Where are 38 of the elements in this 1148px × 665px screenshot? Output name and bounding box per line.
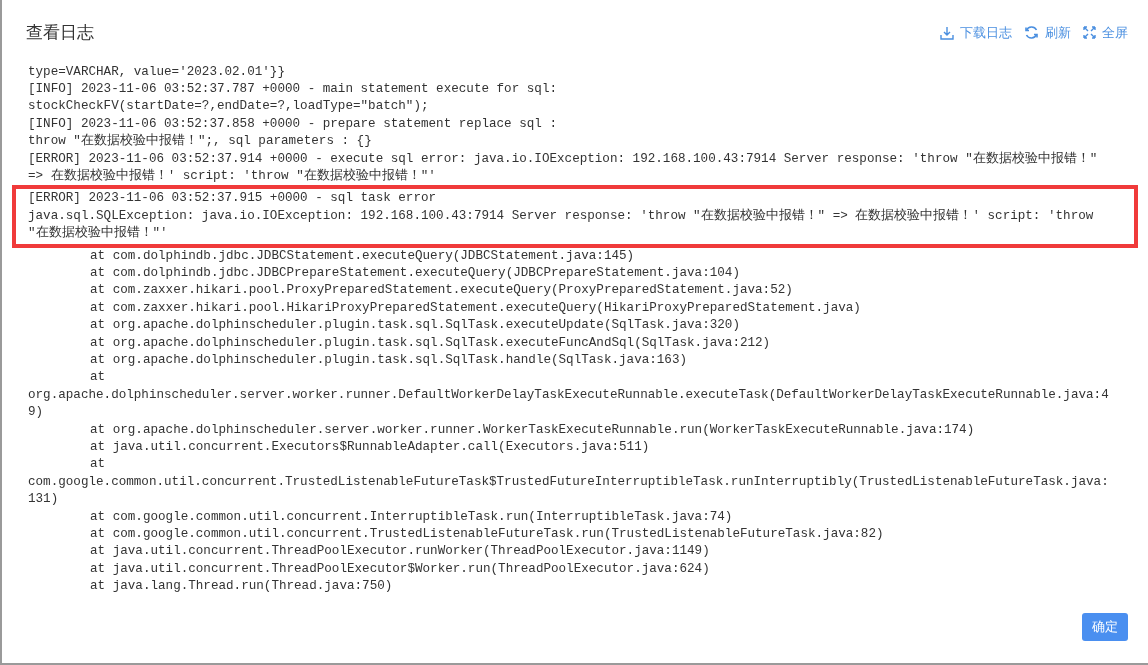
log-line: at org.apache.dolphinscheduler.server.worker.runner.WorkerTaskExecuteRunnable.run(WorkerTaskExecuteRunnable.java:174) [89,421,976,439]
fullscreen-icon [1083,26,1096,40]
log-line: at java.lang.Thread.run(Thread.java:750) [89,578,394,596]
log-line: 131) [28,491,60,509]
log-line: java.sql.SQLException: java.io.IOException: 192.168.100.43:7914 Server response: 'throw "在数据校验中报错！" => 在数据校验中报错！' script: 'throw [28,207,1095,225]
log-line: org.apache.dolphinscheduler.server.worker.runner.DefaultWorkerDelayTaskExecuteRunnable.executeTask(DefaultWorkerDelayTaskExecuteRunnable.java:4 [28,386,1110,404]
log-line: [INFO] 2023-11-06 03:52:37.858 +0000 - prepare statement replace sql : [28,115,559,133]
log-line: at java.util.concurrent.ThreadPoolExecutor.runWorker(ThreadPoolExecutor.java:1149) [89,543,711,561]
log-line: at com.dolphindb.jdbc.JDBCPrepareStatement.executeQuery(JDBCPrepareStatement.java:104) [89,264,741,282]
log-line: [ERROR] 2023-11-06 03:52:37.914 +0000 - execute sql error: java.io.IOException: 192.168.100.43:7914 Server response: 'throw "在数据校验中报错！" [28,150,1099,168]
dialog-title: 查看日志 [26,22,94,44]
log-line: at org.apache.dolphinscheduler.plugin.task.sql.SqlTask.executeUpdate(SqlTask.java:320) [89,317,741,335]
log-line: at com.google.common.util.concurrent.TrustedListenableFutureTask.run(TrustedListenableFutureTask.java:82) [89,526,885,544]
fullscreen-button[interactable]: 全屏 [1083,23,1128,43]
download-button[interactable]: 下载日志 [940,23,1012,43]
log-line: at [89,369,107,387]
log-line: at org.apache.dolphinscheduler.plugin.task.sql.SqlTask.executeFuncAndSql(SqlTask.java:212) [89,334,772,352]
log-line: type=VARCHAR, value='2023.02.01'}} [28,63,286,81]
log-line: at com.google.common.util.concurrent.InterruptibleTask.run(InterruptibleTask.java:74) [89,508,734,526]
log-line: at org.apache.dolphinscheduler.plugin.task.sql.SqlTask.handle(SqlTask.java:163) [89,352,689,369]
log-line: [ERROR] 2023-11-06 03:52:37.915 +0000 - sql task error [28,190,438,208]
log-line: 9) [28,404,45,422]
refresh-button[interactable]: 刷新 [1024,23,1071,43]
log-line: at [89,456,107,474]
log-line: at java.util.concurrent.ThreadPoolExecutor$Worker.run(ThreadPoolExecutor.java:624) [89,560,711,578]
log-line: [INFO] 2023-11-06 03:52:37.787 +0000 - main statement execute for sql: [28,80,559,98]
log-line: at java.util.concurrent.Executors$RunnableAdapter.call(Executors.java:511) [89,439,651,457]
log-line: at com.zaxxer.hikari.pool.HikariProxyPreparedStatement.executeQuery(HikariProxyPreparedStatement.java) [89,299,862,317]
log-line: at com.zaxxer.hikari.pool.ProxyPreparedStatement.executeQuery(ProxyPreparedStatement.java:52) [89,282,794,300]
log-line: stockCheckFV(startDate=?,endDate=?,loadType="batch"); [28,98,430,116]
refresh-icon [1024,25,1039,41]
download-icon [940,25,954,40]
confirm-button[interactable]: 确定 [1082,613,1128,641]
log-line: com.google.common.util.concurrent.TrustedListenableFutureTask$TrustedFutureInterruptibleTask.runInterruptibly(TrustedListenableFutureTask.java: [28,473,1110,491]
log-line: => 在数据校验中报错！' script: 'throw "在数据校验中报错！"' [28,167,437,185]
log-line: at com.dolphindb.jdbc.JDBCStatement.executeQuery(JDBCStatement.java:145) [89,247,636,265]
log-line: "在数据校验中报错！"' [28,225,169,243]
log-line: throw "在数据校验中报错！";, sql parameters : {} [28,133,373,151]
